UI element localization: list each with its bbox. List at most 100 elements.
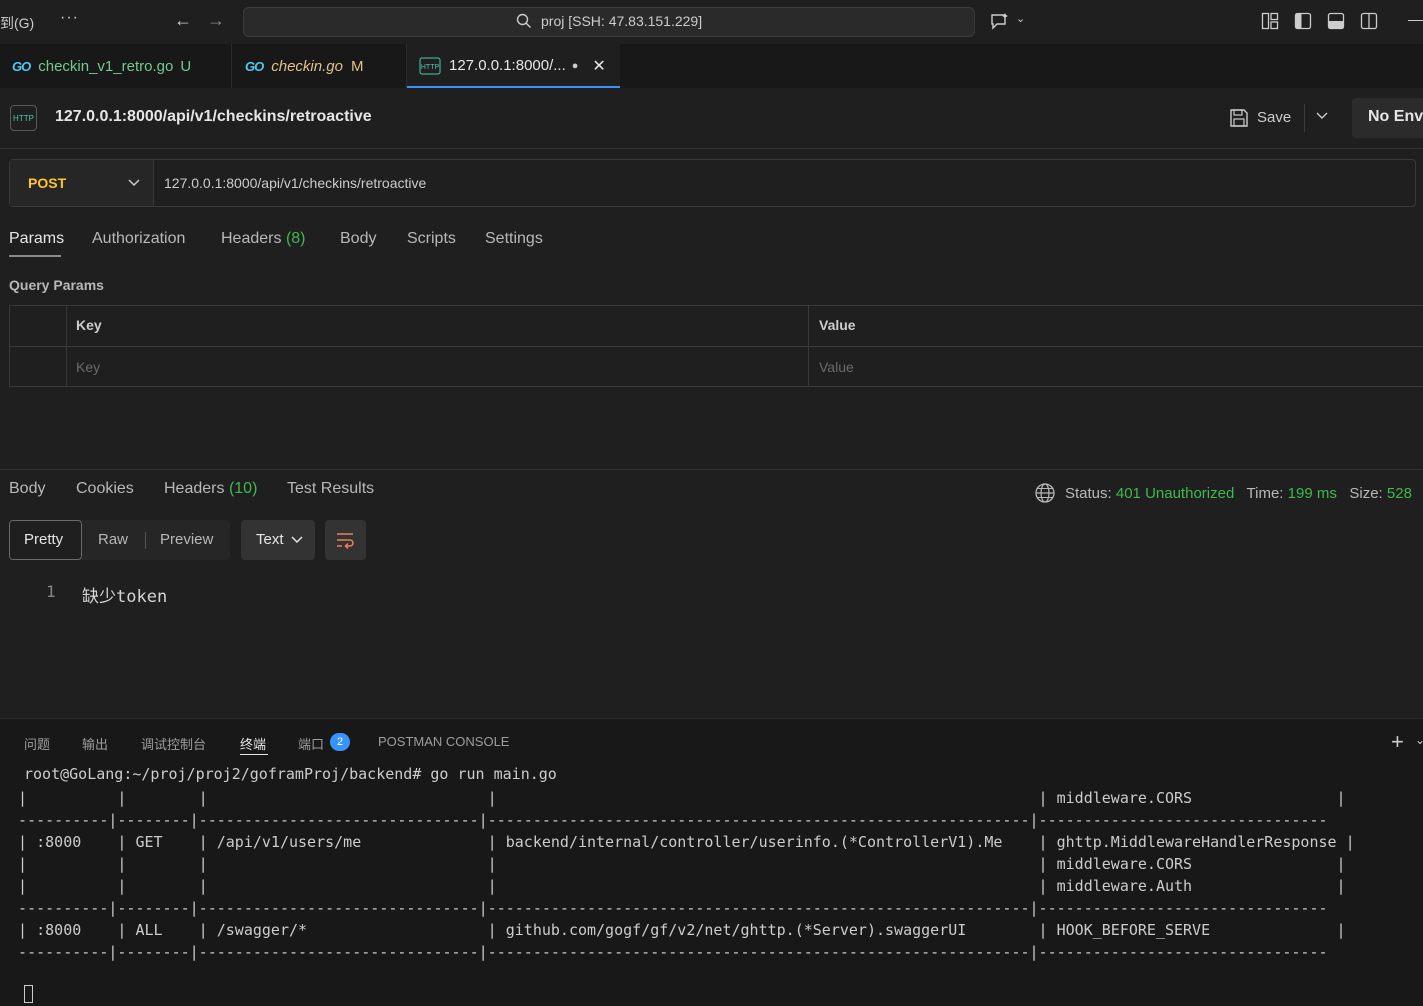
- globe-icon[interactable]: [1034, 482, 1056, 504]
- go-file-icon: GO: [245, 58, 264, 74]
- size-label: Size:: [1349, 485, 1383, 502]
- wrap-lines-icon: [337, 533, 354, 550]
- request-title[interactable]: 127.0.0.1:8000/api/v1/checkins/retroacti…: [55, 108, 372, 126]
- divider: [1304, 104, 1305, 132]
- editor-tab-bar: GO checkin_v1_retro.go U GO checkin.go M…: [0, 44, 1423, 88]
- tab-params[interactable]: Params: [9, 230, 64, 248]
- terminal-line: ----------|--------|--------------------…: [0, 811, 1328, 829]
- save-button[interactable]: Save: [1257, 109, 1291, 126]
- svg-text:HTTP: HTTP: [421, 64, 440, 71]
- active-tab-indicator: [9, 255, 61, 257]
- url-input[interactable]: [164, 175, 1364, 191]
- terminal-line: | :8000 | ALL | /swagger/* | github.com/…: [0, 921, 1346, 939]
- tab-cookies[interactable]: Cookies: [76, 480, 134, 498]
- param-value-input[interactable]: Value: [819, 359, 854, 375]
- column-header-key: Key: [76, 317, 102, 333]
- divider: [9, 346, 1423, 347]
- tab-output[interactable]: 输出: [82, 734, 108, 753]
- terminal-line: root@GoLang:~/proj/proj2/goframProj/back…: [24, 765, 557, 783]
- tab-body[interactable]: Body: [340, 230, 376, 248]
- untracked-badge: U: [180, 57, 192, 75]
- tab-test-results[interactable]: Test Results: [287, 480, 374, 498]
- tab-scripts[interactable]: Scripts: [407, 230, 456, 248]
- method-label: POST: [28, 175, 67, 191]
- response-status-line: Status: 401 Unauthorized Time: 199 ms Si…: [1065, 485, 1412, 502]
- command-center-label: proj [SSH: 47.83.151.229]: [541, 13, 703, 29]
- terminal-cursor[interactable]: [24, 985, 33, 1003]
- status-value[interactable]: 401 Unauthorized: [1116, 485, 1234, 502]
- minimize-icon[interactable]: [1408, 20, 1423, 21]
- environment-label: No Envi: [1368, 108, 1423, 125]
- query-params-label: Query Params: [9, 277, 104, 293]
- floppy-disk-icon[interactable]: [1229, 108, 1249, 128]
- go-file-icon: GO: [12, 58, 31, 74]
- tab-label: checkin_v1_retro.go: [38, 57, 174, 75]
- chat-sparkle-icon[interactable]: [990, 12, 1010, 30]
- search-icon: [516, 13, 531, 28]
- divider: [145, 532, 146, 549]
- tab-label: checkin.go: [271, 57, 343, 75]
- response-body-line: 缺少token: [82, 587, 168, 607]
- menu-goto[interactable]: 到(G): [0, 13, 34, 33]
- active-tab-indicator: [240, 754, 268, 755]
- chevron-down-icon[interactable]: [127, 175, 141, 189]
- terminal-line: | | | | | middleware.Auth |: [0, 877, 1346, 895]
- close-icon[interactable]: ✕: [592, 56, 605, 76]
- tab-response-headers[interactable]: Headers (10): [164, 480, 257, 498]
- divider: [66, 305, 67, 387]
- time-value[interactable]: 199 ms: [1288, 485, 1337, 502]
- time-label: Time:: [1246, 485, 1284, 502]
- toggle-panel-icon[interactable]: [1327, 12, 1345, 30]
- chevron-down-icon: [291, 536, 303, 544]
- terminal-line: | | | | | middleware.CORS |: [0, 789, 1346, 807]
- format-label: Text: [256, 531, 284, 548]
- status-label: Status:: [1065, 485, 1112, 502]
- tab-terminal[interactable]: 终端: [240, 734, 266, 753]
- toggle-sidebar-icon[interactable]: [1294, 12, 1312, 30]
- terminal-line: ----------|--------|--------------------…: [0, 943, 1328, 961]
- modified-badge: M: [350, 57, 364, 75]
- tab-settings[interactable]: Settings: [485, 230, 543, 248]
- command-center[interactable]: proj [SSH: 47.83.151.229]: [243, 7, 975, 37]
- toggle-secondary-sidebar-icon[interactable]: [1360, 12, 1378, 30]
- line-number: 1: [46, 582, 56, 601]
- tab-ports[interactable]: 端口: [298, 734, 324, 753]
- chevron-down-icon[interactable]: [1316, 109, 1328, 121]
- tab-response-headers-label: Headers: [164, 480, 225, 497]
- arrow-right-icon[interactable]: →: [207, 10, 225, 31]
- tab-debug-console[interactable]: 调试控制台: [141, 734, 206, 753]
- chevron-down-icon[interactable]: ⌄: [1415, 733, 1423, 747]
- divider: [0, 469, 1423, 470]
- column-header-value: Value: [819, 317, 856, 333]
- customize-layout-icon[interactable]: [1261, 12, 1279, 30]
- tab-headers[interactable]: Headers (8): [221, 230, 306, 248]
- unsaved-dot-icon: ●: [571, 59, 579, 72]
- more-icon[interactable]: ···: [60, 9, 79, 27]
- tab-http-request[interactable]: HTTP 127.0.0.1:8000/... ● ✕: [407, 44, 620, 88]
- tab-headers-label: Headers: [221, 230, 282, 247]
- tab-checkin[interactable]: GO checkin.go M: [233, 44, 407, 88]
- tab-authorization[interactable]: Authorization: [92, 230, 185, 248]
- chevron-down-icon[interactable]: ⌄: [1016, 12, 1025, 25]
- param-key-input[interactable]: Key: [76, 359, 100, 375]
- size-value[interactable]: 528: [1387, 485, 1412, 502]
- divider: [808, 305, 809, 387]
- http-request-icon: HTTP: [10, 105, 37, 131]
- raw-button[interactable]: Raw: [98, 531, 128, 548]
- terminal-line: | | | | | middleware.CORS |: [0, 855, 1346, 873]
- tab-label: 127.0.0.1:8000/...: [449, 57, 566, 74]
- terminal-line: | :8000 | GET | /api/v1/users/me | backe…: [0, 833, 1355, 851]
- tab-postman-console[interactable]: POSTMAN CONSOLE: [378, 734, 509, 749]
- arrow-left-icon[interactable]: ←: [174, 10, 192, 31]
- ports-count-badge: 2: [330, 733, 350, 751]
- tab-checkin-v1-retro[interactable]: GO checkin_v1_retro.go U: [0, 44, 232, 88]
- headers-count: (8): [285, 230, 306, 247]
- http-file-icon: HTTP: [419, 57, 441, 74]
- tab-response-body[interactable]: Body: [9, 480, 45, 498]
- plus-icon[interactable]: +: [1391, 729, 1404, 755]
- preview-button[interactable]: Preview: [160, 531, 213, 548]
- svg-text:HTTP: HTTP: [13, 114, 34, 123]
- tab-problems[interactable]: 问题: [24, 734, 50, 753]
- pretty-label: Pretty: [24, 531, 64, 548]
- response-headers-count: (10): [228, 480, 258, 497]
